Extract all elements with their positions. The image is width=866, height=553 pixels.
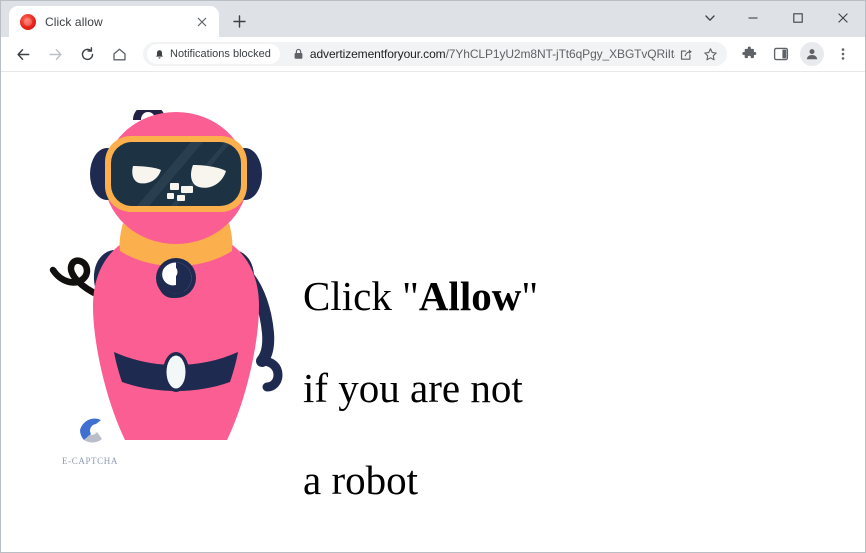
minimize-button[interactable] (730, 1, 775, 34)
home-icon (112, 48, 126, 60)
browser-toolbar: Notifications blocked advertizementforyo… (1, 37, 865, 71)
reload-icon (81, 46, 93, 60)
notifications-blocked-chip[interactable]: Notifications blocked (147, 44, 280, 64)
notifications-blocked-label: Notifications blocked (170, 48, 271, 60)
back-arrow-icon (16, 48, 29, 60)
maximize-icon (792, 12, 803, 23)
window-controls (690, 1, 865, 34)
headline-line-2: if you are not (303, 365, 523, 411)
headline-allow-word: Allow (418, 273, 522, 319)
new-tab-button[interactable] (225, 7, 253, 35)
tab-search-button[interactable] (690, 1, 730, 34)
url-path: /7YhCLP1yU2m8NT-jTt6qPgy_XBGTvQRiItaGqTP… (445, 47, 675, 61)
share-page-button[interactable] (675, 43, 697, 65)
headline-line-3: a robot (303, 457, 418, 503)
close-tab-icon[interactable] (193, 13, 211, 31)
page-viewport: E-CAPTCHA Click "Allow" if you are not a… (1, 71, 865, 552)
robot-svg (49, 105, 283, 490)
robot-right-hand (257, 356, 283, 392)
site-info-button[interactable] (288, 48, 310, 60)
forward-button[interactable] (41, 40, 69, 68)
scam-captcha-page: E-CAPTCHA Click "Allow" if you are not a… (1, 72, 865, 552)
side-panel-button[interactable] (768, 41, 794, 67)
browser-tab[interactable]: Click allow (9, 6, 219, 37)
captcha-c-icon (80, 418, 102, 443)
e-captcha-label: E-CAPTCHA (62, 456, 118, 466)
minimize-icon (748, 16, 757, 19)
address-bar[interactable]: Notifications blocked advertizementforyo… (143, 42, 727, 66)
three-dots-vertical-icon (841, 48, 845, 60)
url-text: advertizementforyour.com/7YhCLP1yU2m8NT-… (310, 47, 675, 61)
person-icon (806, 49, 818, 60)
robot-mascot-illustration (41, 105, 311, 490)
bookmark-button[interactable] (699, 43, 721, 65)
home-button[interactable] (105, 40, 133, 68)
url-host: advertizementforyour.com (309, 47, 446, 61)
chevron-down-icon (705, 14, 715, 21)
page-headline: Click "Allow" if you are not a robot (303, 227, 538, 549)
back-button[interactable] (9, 40, 37, 68)
close-window-button[interactable] (820, 1, 865, 34)
maximize-button[interactable] (775, 1, 820, 34)
browser-window: Click allow Notifications blocked advert… (0, 0, 866, 553)
headline-line-1: Click "Allow" (303, 273, 538, 319)
headline-prefix: Click " (303, 273, 419, 319)
chrome-menu-button[interactable] (830, 41, 856, 67)
e-captcha-logo: E-CAPTCHA (55, 410, 125, 466)
plus-icon (232, 14, 246, 28)
tab-favicon-icon (20, 13, 36, 30)
star-icon (703, 47, 717, 60)
tab-title: Click allow (45, 14, 103, 29)
tab-strip: Click allow (1, 1, 865, 37)
headline-suffix: " (521, 273, 539, 319)
reload-button[interactable] (73, 40, 101, 68)
profile-button[interactable] (800, 42, 824, 66)
lock-icon (294, 48, 303, 59)
puzzle-piece-icon (741, 45, 756, 58)
side-panel-icon (773, 47, 789, 61)
share-icon (680, 48, 692, 60)
close-icon (837, 12, 848, 23)
bell-blocked-icon (156, 49, 163, 59)
forward-arrow-icon (49, 48, 62, 60)
extensions-button[interactable] (736, 41, 762, 67)
